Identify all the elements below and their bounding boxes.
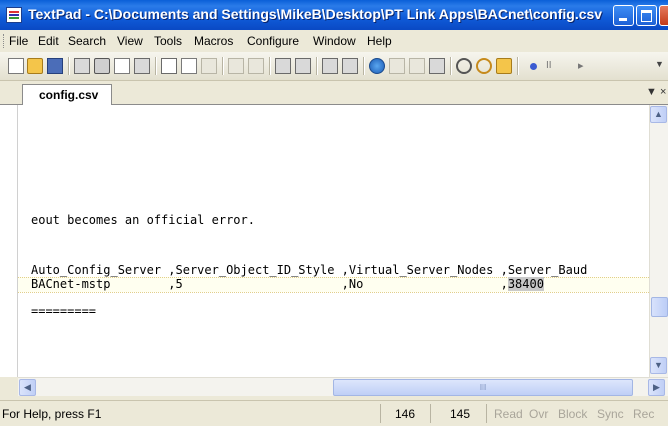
editor-line: eout becomes an official error.: [31, 213, 255, 227]
status-bar: For Help, press F1 146 145 Read Ovr Bloc…: [0, 400, 668, 426]
status-separator: [430, 404, 431, 423]
status-sync-indicator: Sync: [597, 407, 624, 421]
maximize-button[interactable]: [636, 5, 657, 26]
tab-config-csv[interactable]: config.csv: [22, 84, 112, 105]
toolbar-separator: [316, 57, 318, 75]
text-editor[interactable]: eout becomes an official error. Auto_Con…: [18, 105, 649, 377]
sort-icon[interactable]: [409, 58, 425, 74]
toolbar-separator: [269, 57, 271, 75]
outdent-icon[interactable]: [295, 58, 311, 74]
indent-icon[interactable]: [275, 58, 291, 74]
document-tabs: config.csv ▼ ×: [0, 81, 668, 105]
copy-icon[interactable]: [181, 58, 197, 74]
horizontal-scroll-thumb[interactable]: ‖‖: [333, 379, 633, 396]
find-icon[interactable]: [456, 58, 472, 74]
spell-check-icon[interactable]: [389, 58, 405, 74]
pilcrow-icon[interactable]: [342, 58, 358, 74]
tab-list-icon[interactable]: ▼ ×: [646, 86, 666, 98]
menu-search[interactable]: Search: [68, 34, 106, 48]
cut-icon[interactable]: [161, 58, 177, 74]
status-read-indicator: Read: [494, 407, 523, 421]
print-icon[interactable]: [94, 58, 110, 74]
line-text: BACnet-mstp ,5 ,No ,: [31, 277, 508, 291]
status-line-number: 146: [395, 407, 416, 421]
selected-text: 38400: [507, 277, 544, 291]
save-icon[interactable]: [47, 58, 63, 74]
redo-icon[interactable]: [248, 58, 264, 74]
page-setup-icon[interactable]: [134, 58, 150, 74]
toolbar-separator: [155, 57, 157, 75]
current-line-bottom-border: [18, 292, 649, 293]
menu-grip[interactable]: [3, 34, 7, 48]
word-wrap-icon[interactable]: [322, 58, 338, 74]
editor-line-current: BACnet-mstp ,5 ,No ,38400: [31, 277, 544, 291]
scroll-down-button[interactable]: ▼: [650, 357, 667, 374]
compare-icon[interactable]: [429, 58, 445, 74]
toolbar-separator: [450, 57, 452, 75]
menu-window[interactable]: Window: [313, 34, 356, 48]
textpad-app-icon[interactable]: [6, 7, 22, 23]
editor-line: =========: [31, 304, 97, 318]
status-separator: [380, 404, 381, 423]
menu-macros[interactable]: Macros: [194, 34, 233, 48]
status-separator: [486, 404, 487, 423]
open-icon[interactable]: [27, 58, 43, 74]
print-preview-icon[interactable]: [114, 58, 130, 74]
menu-edit[interactable]: Edit: [38, 34, 59, 48]
record-macro-icon[interactable]: [530, 63, 537, 70]
window-title: TextPad - C:\Documents and Settings\Mike…: [28, 6, 603, 22]
close-button[interactable]: [659, 5, 668, 26]
menu-help[interactable]: Help: [367, 34, 392, 48]
title-bar[interactable]: TextPad - C:\Documents and Settings\Mike…: [0, 0, 668, 30]
status-column-number: 145: [450, 407, 471, 421]
paste-icon[interactable]: [201, 58, 217, 74]
toolbar-separator: [68, 57, 70, 75]
horizontal-scrollbar[interactable]: ◀ ‖‖ ▶: [18, 377, 668, 396]
find-in-files-icon[interactable]: [496, 58, 512, 74]
menu-view[interactable]: View: [117, 34, 143, 48]
status-help-text: For Help, press F1: [2, 407, 102, 421]
toolbar-overflow-icon[interactable]: ▼: [655, 59, 664, 75]
minimize-button[interactable]: [613, 5, 634, 26]
scroll-up-button[interactable]: ▲: [650, 106, 667, 123]
vertical-scrollbar[interactable]: ▲ ▼: [649, 105, 668, 377]
menu-file[interactable]: File: [9, 34, 28, 48]
menu-tools[interactable]: Tools: [154, 34, 182, 48]
browser-icon[interactable]: [369, 58, 385, 74]
scroll-right-button[interactable]: ▶: [648, 379, 665, 396]
status-ovr-indicator: Ovr: [529, 407, 549, 421]
vertical-scroll-thumb[interactable]: [651, 297, 668, 317]
toolbar-separator: [517, 57, 519, 75]
save-all-icon[interactable]: [74, 58, 90, 74]
undo-icon[interactable]: [228, 58, 244, 74]
toolbar-separator: [363, 57, 365, 75]
menu-configure[interactable]: Configure: [247, 34, 299, 48]
toolbar-separator: [222, 57, 224, 75]
play-macro-icon[interactable]: ▸: [578, 59, 584, 75]
scroll-left-button[interactable]: ◀: [19, 379, 36, 396]
pause-macro-icon[interactable]: II: [546, 60, 552, 76]
replace-icon[interactable]: [476, 58, 492, 74]
editor-line: Auto_Config_Server ,Server_Object_ID_Sty…: [31, 263, 588, 277]
status-block-indicator: Block: [558, 407, 588, 421]
new-icon[interactable]: [8, 58, 24, 74]
standard-toolbar: II ▸ ▼: [0, 52, 668, 81]
menu-bar: File Edit Search View Tools Macros Confi…: [0, 30, 668, 52]
editor-margin: [0, 105, 18, 377]
status-rec-indicator: Rec: [633, 407, 655, 421]
